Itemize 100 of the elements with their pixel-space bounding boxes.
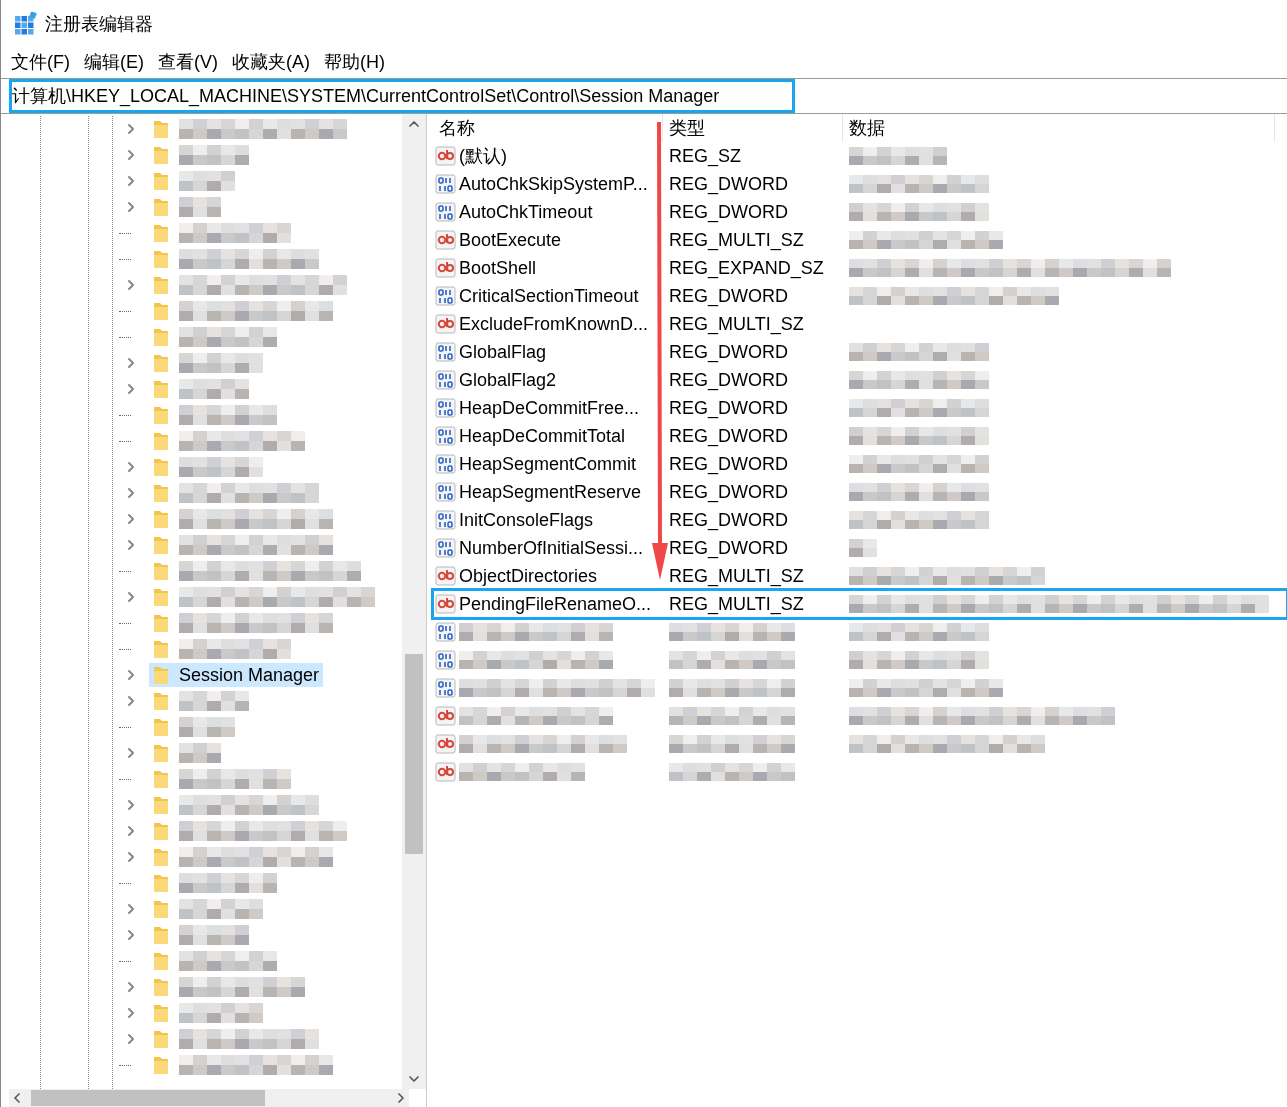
value-row[interactable]: InitConsoleFlags REG_DWORD <box>433 506 1287 534</box>
value-type: REG_DWORD <box>669 536 788 561</box>
value-row[interactable]: HeapDeCommitFree... REG_DWORD <box>433 394 1287 422</box>
value-row[interactable]: (默认) REG_SZ <box>433 142 1287 170</box>
value-row[interactable]: PendingFileRenameO... REG_MULTI_SZ <box>433 590 1287 618</box>
menu-item[interactable]: 编辑(E) <box>78 49 150 75</box>
folder-icon <box>153 1055 169 1075</box>
address-field[interactable]: 计算机\HKEY_LOCAL_MACHINE\SYSTEM\CurrentControlSet\Control\Session Manager <box>9 79 795 113</box>
value-type: REG_DWORD <box>669 424 788 449</box>
folder-icon <box>153 223 169 243</box>
value-row[interactable]: GlobalFlag2 REG_DWORD <box>433 366 1287 394</box>
folder-icon <box>153 899 169 919</box>
binary-value-icon <box>435 369 457 391</box>
value-type: REG_DWORD <box>669 172 788 197</box>
folder-icon <box>153 717 169 737</box>
value-name: HeapDeCommitTotal <box>459 424 626 448</box>
folder-icon <box>153 119 169 139</box>
value-row[interactable]: AutoChkTimeout REG_DWORD <box>433 198 1287 226</box>
value-type: REG_MULTI_SZ <box>669 228 804 253</box>
pixelated-redaction <box>179 145 249 165</box>
scrollbar-thumb[interactable] <box>405 654 423 854</box>
value-type: REG_DWORD <box>669 508 788 533</box>
menu-item[interactable]: 文件(F) <box>5 49 76 75</box>
pixelated-redaction <box>179 743 221 763</box>
tree-item-label: Session Manager <box>179 663 320 687</box>
folder-icon <box>153 951 169 971</box>
folder-icon <box>153 249 169 269</box>
value-type: REG_MULTI_SZ <box>669 564 804 589</box>
binary-value-icon <box>435 341 457 363</box>
value-name: PendingFileRenameO... <box>459 592 652 616</box>
pixelated-redaction <box>179 197 221 217</box>
value-row[interactable]: HeapSegmentReserve REG_DWORD <box>433 478 1287 506</box>
value-name: ObjectDirectories <box>459 564 598 588</box>
string-value-icon <box>435 733 457 755</box>
value-name: HeapSegmentReserve <box>459 480 642 504</box>
value-row[interactable]: AutoChkSkipSystemP... REG_DWORD <box>433 170 1287 198</box>
folder-icon <box>153 327 169 347</box>
value-name: HeapDeCommitFree... <box>459 396 640 420</box>
folder-icon <box>153 301 169 321</box>
value-name: AutoChkTimeout <box>459 200 593 224</box>
horizontal-scrollbar[interactable] <box>9 1089 409 1107</box>
column-header[interactable]: 数据 <box>843 114 1275 142</box>
value-name: InitConsoleFlags <box>459 508 594 532</box>
folder-icon <box>153 769 169 789</box>
folder-icon <box>153 613 169 633</box>
string-value-icon <box>435 593 457 615</box>
column-header[interactable]: 类型 <box>663 114 843 142</box>
string-value-icon <box>435 761 457 783</box>
binary-value-icon <box>435 397 457 419</box>
value-row[interactable]: BootExecute REG_MULTI_SZ <box>433 226 1287 254</box>
folder-icon <box>153 509 169 529</box>
pixelated-redaction <box>849 539 877 557</box>
folder-icon <box>153 457 169 477</box>
value-row[interactable]: CriticalSectionTimeout REG_DWORD <box>433 282 1287 310</box>
folder-icon <box>153 197 169 217</box>
binary-value-icon <box>435 649 457 671</box>
scrollbar-thumb[interactable] <box>31 1090 265 1106</box>
value-row[interactable]: ObjectDirectories REG_MULTI_SZ <box>433 562 1287 590</box>
registry-app-icon <box>13 12 37 36</box>
folder-icon <box>153 405 169 425</box>
value-type: REG_DWORD <box>669 480 788 505</box>
pixelated-redaction <box>179 171 235 191</box>
binary-value-icon <box>435 425 457 447</box>
folder-icon <box>153 145 169 165</box>
value-name: ExcludeFromKnownD... <box>459 312 649 336</box>
folder-icon <box>153 535 169 555</box>
window-title: 注册表编辑器 <box>45 12 153 36</box>
value-type: REG_SZ <box>669 144 742 169</box>
value-name: GlobalFlag <box>459 340 547 364</box>
binary-value-icon <box>435 453 457 475</box>
string-value-icon <box>435 313 457 335</box>
value-name: (默认) <box>459 144 507 168</box>
string-value-icon <box>435 257 457 279</box>
column-header[interactable]: 名称 <box>433 114 663 142</box>
binary-value-icon <box>435 621 457 643</box>
value-row[interactable]: BootShell REG_EXPAND_SZ <box>433 254 1287 282</box>
folder-icon <box>153 743 169 763</box>
menu-item[interactable]: 收藏夹(A) <box>226 49 316 75</box>
binary-value-icon <box>435 677 457 699</box>
value-row[interactable]: GlobalFlag REG_DWORD <box>433 338 1287 366</box>
value-type: REG_EXPAND_SZ <box>669 256 824 281</box>
vertical-scrollbar[interactable] <box>402 114 426 1089</box>
folder-icon <box>153 561 169 581</box>
folder-icon <box>153 847 169 867</box>
value-row[interactable]: NumberOfInitialSessi... REG_DWORD <box>433 534 1287 562</box>
value-row[interactable]: ExcludeFromKnownD... REG_MULTI_SZ <box>433 310 1287 338</box>
value-name: BootShell <box>459 256 537 280</box>
folder-icon <box>153 171 169 191</box>
tree-item[interactable]: Session Manager <box>149 663 324 687</box>
value-type: REG_MULTI_SZ <box>669 592 804 617</box>
value-name: NumberOfInitialSessi... <box>459 536 644 560</box>
value-type: REG_DWORD <box>669 452 788 477</box>
menu-item[interactable]: 查看(V) <box>152 49 224 75</box>
folder-icon <box>153 821 169 841</box>
value-row[interactable]: HeapDeCommitTotal REG_DWORD <box>433 422 1287 450</box>
folder-icon <box>153 977 169 997</box>
value-row[interactable]: HeapSegmentCommit REG_DWORD <box>433 450 1287 478</box>
folder-icon <box>153 587 169 607</box>
binary-value-icon <box>435 537 457 559</box>
menu-item[interactable]: 帮助(H) <box>318 49 391 75</box>
